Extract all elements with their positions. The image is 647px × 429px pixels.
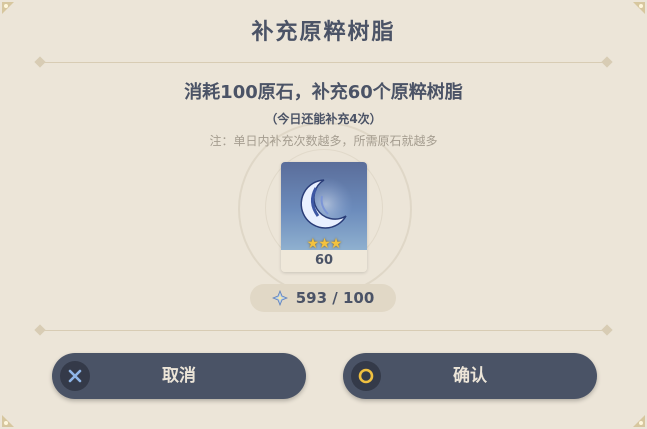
remaining-uses-text: （今日还能补充4次） — [265, 112, 382, 126]
item-card[interactable]: ★★★ 60 — [281, 162, 367, 272]
cost-note: 注：单日内补充次数越多，所需原石就越多 — [209, 134, 438, 148]
footer-divider — [34, 324, 613, 336]
cost-description: 消耗100原石，补充60个原粹树脂 — [184, 82, 463, 103]
cancel-label: 取消 — [162, 366, 196, 386]
dialog-title: 补充原粹树脂 — [251, 20, 396, 45]
primogem-icon — [271, 290, 288, 306]
dialog-header: 补充原粹树脂 — [0, 0, 647, 64]
corner-ornament-icon — [0, 403, 26, 429]
cancel-button[interactable]: 取消 — [52, 353, 306, 399]
rarity-stars: ★★★ — [306, 236, 343, 252]
crescent-moon-resin-icon — [299, 177, 353, 231]
confirm-button[interactable]: 确认 — [343, 353, 597, 399]
corner-ornament-icon — [621, 403, 647, 429]
item-art: ★★★ — [281, 162, 367, 252]
item-count: 60 — [281, 250, 367, 272]
confirm-label: 确认 — [453, 366, 487, 386]
resin-replenish-dialog: 补充原粹树脂 消耗100原石，补充60个原粹树脂 （今日还能补充4次） 注：单日… — [0, 0, 647, 429]
currency-amount: 593 / 100 — [295, 289, 375, 307]
currency-balance: 593 / 100 — [250, 284, 396, 312]
header-divider — [34, 56, 613, 68]
